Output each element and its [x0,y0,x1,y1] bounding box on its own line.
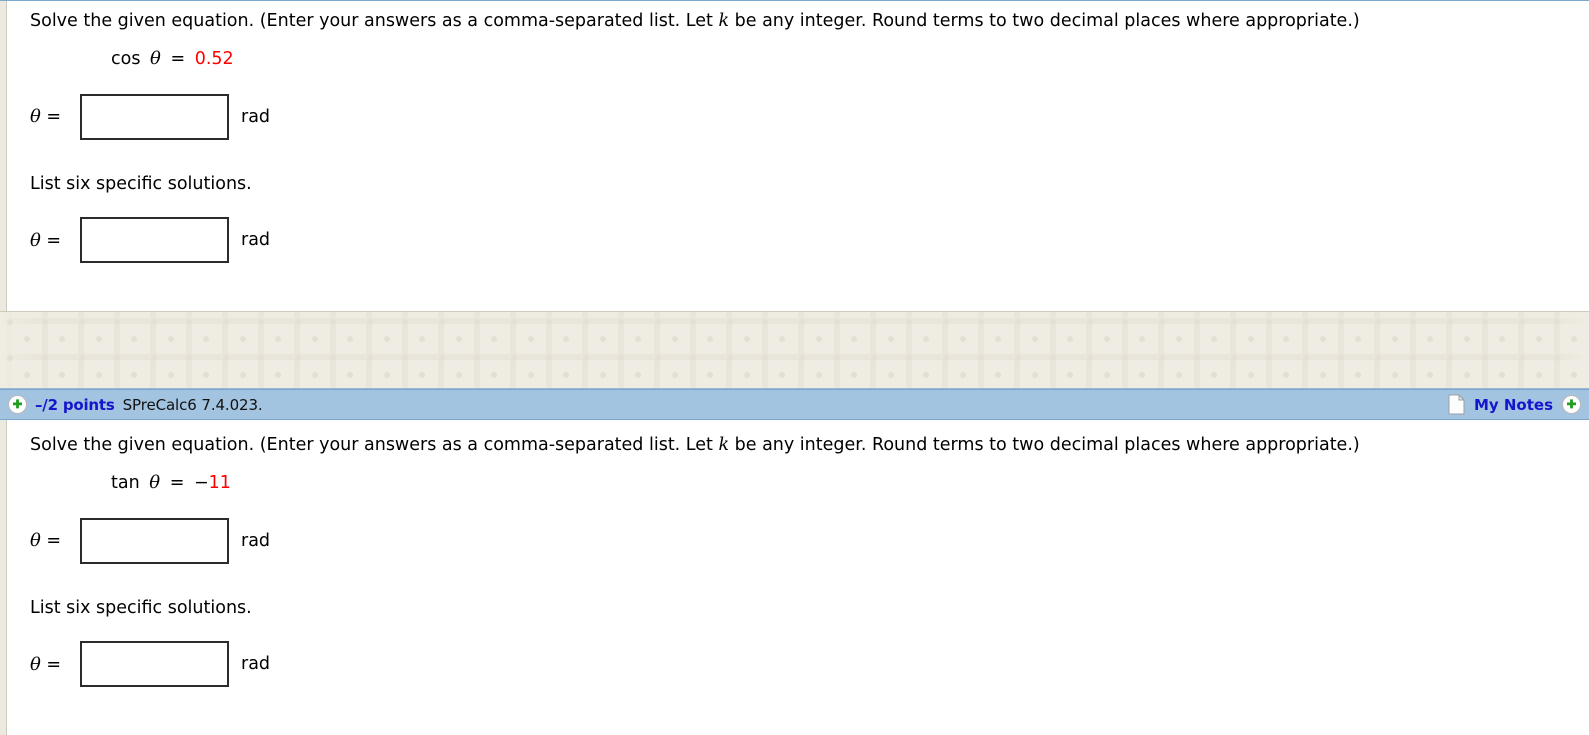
question-points: –/2 points [35,395,115,414]
prompt-text-post: be any integer. Round terms to two decim… [729,11,1360,31]
add-note-plus-circle-icon[interactable] [1562,395,1581,414]
equation-value: 11 [208,472,231,493]
answer-variable: θ [30,106,41,127]
answer-equals: = [46,531,62,551]
answer-unit-1a: rad [241,106,271,127]
equation-variable: θ [149,471,161,493]
answer-unit-1b: rad [241,230,271,251]
equation-equals: = [169,472,185,493]
my-notes-button[interactable]: My Notes [1474,396,1553,414]
equation-variable: θ [150,47,161,69]
equation-1: cos θ = 0.52 [30,34,1589,71]
answer-input-1b[interactable] [80,217,229,264]
answer-input-2b[interactable] [80,641,229,688]
assignment-page: Solve the given equation. (Enter your an… [0,0,1589,735]
answer-row-1a: θ = rad [30,93,1589,140]
answer-input-1a[interactable] [80,93,229,140]
question-header-right: My Notes [1448,394,1581,415]
answer-variable: θ [30,653,41,675]
answer-row-2b: θ = rad [30,641,1589,688]
answer-unit-2b: rad [241,654,271,675]
equation-sign: − [193,472,209,493]
equation-2: tan θ = −11 [30,458,1589,495]
answer-label-1a: θ = [30,106,80,127]
equation-function: cos [111,48,141,69]
equation-function: tan [111,472,140,493]
answer-row-2a: θ = rad [30,517,1589,564]
answer-label-1b: θ = [30,230,80,251]
question-prompt-2: Solve the given equation. (Enter your an… [30,420,1589,458]
prompt-text-pre: Solve the given equation. (Enter your an… [30,435,719,455]
question-header-2: –/2 points SPreCalc6 7.4.023. My Notes [0,389,1589,420]
document-icon[interactable] [1448,394,1465,415]
answer-unit-2a: rad [241,530,271,551]
prompt-text-post: be any integer. Round terms to two decim… [729,435,1360,455]
equation-value: 0.52 [194,48,234,69]
question-assignment-id: SPreCalc6 7.4.023. [122,395,263,414]
answer-input-2a[interactable] [80,517,229,564]
question-sublabel-2: List six specific solutions. [30,597,252,618]
question-header-left: –/2 points SPreCalc6 7.4.023. [8,395,1448,414]
question-body-2: Solve the given equation. (Enter your an… [7,420,1589,688]
prompt-variable-k: k [718,435,730,455]
separator-texture-crosses [0,312,1589,388]
answer-label-2a: θ = [30,530,80,551]
answer-label-2b: θ = [30,654,80,675]
prompt-text-pre: Solve the given equation. (Enter your an… [30,11,719,31]
question-body-1: Solve the given equation. (Enter your an… [7,1,1589,264]
answer-row-1b: θ = rad [30,217,1589,264]
expand-question-plus-circle-icon[interactable] [8,395,27,414]
question-sublabel-1: List six specific solutions. [30,173,252,194]
question-panel-1: Solve the given equation. (Enter your an… [0,0,1589,311]
answer-variable: θ [30,530,41,551]
question-panel-2: Solve the given equation. (Enter your an… [0,420,1589,735]
equation-equals: = [170,48,186,69]
answer-equals: = [46,654,62,675]
prompt-variable-k: k [718,11,730,31]
question-separator-band [0,311,1589,389]
question-prompt-1: Solve the given equation. (Enter your an… [30,1,1589,34]
answer-variable: θ [30,229,41,251]
answer-equals: = [46,107,62,127]
answer-equals: = [46,230,62,251]
